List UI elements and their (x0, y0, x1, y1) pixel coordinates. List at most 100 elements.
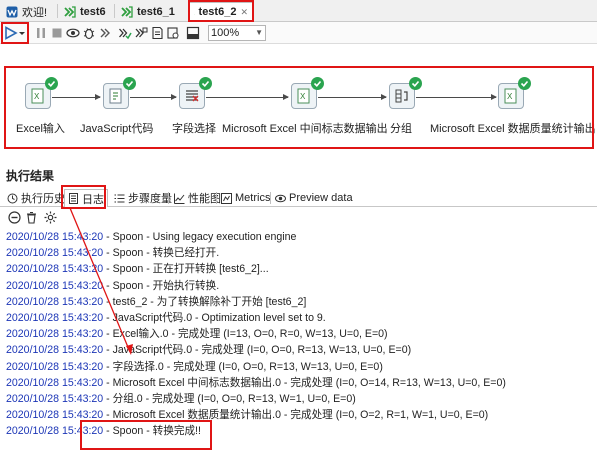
run-dropdown-icon[interactable] (18, 26, 26, 40)
log-message: - Spoon - 开始执行转换. (103, 279, 220, 292)
step-label: JavaScript代码 (80, 123, 154, 135)
preview-data-icon (275, 193, 286, 204)
preview-icon[interactable] (66, 26, 80, 40)
check-icon (311, 77, 324, 90)
step-label: Excel输入 (16, 123, 65, 135)
history-icon (7, 193, 18, 204)
step-label: Microsoft Excel 中间标志数据输出 (222, 123, 388, 135)
tab-label: 步骤度量 (128, 193, 172, 205)
log-message: - Microsoft Excel 中间标志数据输出.0 - 完成处理 (I=0… (103, 376, 506, 389)
log-line: 2020/10/28 15:43:20 - Spoon - 开始执行转换. (6, 278, 596, 294)
spoon-window: 欢迎! test6 test6_1 test6_2 ✕ 100% ▼ X Exc… (0, 0, 597, 450)
show-results-icon[interactable] (186, 26, 200, 40)
transformation-canvas[interactable]: X Excel输入 JavaScript代码 字段选择 X Microsoft … (0, 45, 597, 163)
log-line: 2020/10/28 15:43:20 - 分组.0 - 完成处理 (I=0, … (6, 391, 596, 407)
log-timestamp: 2020/10/28 15:43:20 (6, 392, 104, 405)
log-timestamp: 2020/10/28 15:43:20 (6, 409, 104, 422)
check-icon (45, 77, 58, 90)
check-icon (123, 77, 136, 90)
tab-test6-1[interactable]: test6_1 (117, 2, 179, 21)
tab-label: Preview data (289, 192, 353, 204)
tab-test6[interactable]: test6 (60, 2, 110, 21)
log-message: - JavaScript代码.0 - Optimization level se… (103, 311, 326, 324)
stop-log-icon[interactable] (8, 211, 21, 224)
tab-log[interactable]: 日志 (64, 189, 108, 207)
hop-arrow[interactable] (130, 94, 177, 100)
log-timestamp: 2020/10/28 15:43:20 (6, 328, 104, 341)
log-timestamp: 2020/10/28 15:43:20 (6, 344, 104, 357)
log-line: 2020/10/28 15:43:20 - Spoon - 转换已经打开. (6, 245, 596, 261)
stop-icon[interactable] (50, 26, 64, 40)
log-icon (68, 193, 79, 204)
log-line: 2020/10/28 15:43:20 - test6_2 - 为了转换解除补丁… (6, 294, 596, 310)
debug-icon[interactable] (82, 26, 96, 40)
log-line: 2020/10/28 15:43:20 - Spoon - Using lega… (6, 229, 596, 245)
explore-db-icon[interactable] (166, 26, 180, 40)
log-message: - JavaScript代码.0 - 完成处理 (I=0, O=0, R=13,… (103, 344, 412, 357)
transformation-icon (121, 5, 133, 18)
tab-label: 欢迎! (22, 6, 48, 19)
log-line: 2020/10/28 15:43:20 - Microsoft Excel 中间… (6, 375, 596, 391)
tab-test6-2[interactable]: test6_2 ✕ (189, 2, 253, 21)
tab-label: test6_2 (198, 6, 237, 18)
transformation-toolbar: 100% ▼ (0, 22, 597, 44)
sql-icon[interactable] (150, 26, 164, 40)
step-label: 字段选择 (172, 123, 216, 135)
log-message: - 分组.0 - 完成处理 (I=0, O=0, R=13, W=1, U=0,… (103, 392, 356, 405)
hop-arrow[interactable] (206, 94, 289, 100)
tab-label: Metrics (235, 192, 271, 204)
log-output[interactable]: 2020/10/28 15:43:20 - Spoon - Using lega… (6, 229, 596, 439)
hop-arrow[interactable] (416, 94, 497, 100)
log-timestamp: 2020/10/28 15:43:20 (6, 295, 104, 308)
step-label: 分组 (390, 123, 412, 135)
results-tab-bar: 执行历史 日志 步骤度量 性能图 Metrics Preview data (0, 188, 597, 207)
log-timestamp: 2020/10/28 15:43:20 (6, 231, 104, 243)
svg-text:X: X (300, 92, 306, 101)
check-icon (199, 77, 212, 90)
tab-label: test6_1 (137, 5, 175, 18)
tab-metrics[interactable]: Metrics (218, 189, 273, 207)
log-timestamp: 2020/10/28 15:43:20 (6, 376, 104, 389)
tab-divider (168, 192, 169, 204)
log-timestamp: 2020/10/28 15:43:20 (6, 425, 104, 438)
log-timestamp: 2020/10/28 15:43:20 (6, 279, 104, 292)
zoom-select[interactable]: 100% ▼ (208, 25, 266, 41)
hop-arrow[interactable] (318, 94, 387, 100)
log-line: 2020/10/28 15:43:20 - 字段选择.0 - 完成处理 (I=0… (6, 359, 596, 375)
log-line: 2020/10/28 15:43:20 - Excel输入.0 - 完成处理 (… (6, 326, 596, 342)
tab-divider (270, 192, 271, 204)
log-timestamp: 2020/10/28 15:43:20 (6, 247, 104, 260)
tab-execution-history[interactable]: 执行历史 (4, 189, 68, 207)
pause-icon[interactable] (34, 26, 48, 40)
log-timestamp: 2020/10/28 15:43:20 (6, 263, 104, 276)
log-message: - test6_2 - 为了转换解除补丁开始 [test6_2] (103, 295, 307, 308)
clear-log-icon[interactable] (25, 211, 38, 224)
tab-step-metrics[interactable]: 步骤度量 (111, 189, 175, 207)
run-icon[interactable] (4, 26, 18, 40)
tab-label: 执行历史 (21, 193, 65, 205)
log-message: - Spoon - Using legacy execution engine (103, 231, 297, 243)
verify-icon[interactable] (118, 26, 132, 40)
transformation-icon (194, 6, 195, 18)
performance-icon (174, 193, 185, 204)
tab-welcome[interactable]: 欢迎! (2, 2, 51, 21)
check-icon (409, 77, 422, 90)
impact-icon[interactable] (134, 26, 148, 40)
log-line: 2020/10/28 15:43:20 - Microsoft Excel 数据… (6, 407, 596, 423)
replay-icon[interactable] (98, 26, 112, 40)
tab-divider (216, 192, 217, 204)
transformation-icon (64, 5, 76, 18)
tab-divider (114, 4, 115, 18)
tab-preview-data[interactable]: Preview data (272, 189, 356, 207)
close-icon[interactable]: ✕ (240, 7, 248, 18)
metrics-icon (221, 192, 232, 204)
step-metrics-icon (114, 193, 125, 204)
log-timestamp: 2020/10/28 15:43:20 (6, 360, 104, 373)
log-settings-icon[interactable] (44, 211, 57, 224)
log-message: - Excel输入.0 - 完成处理 (I=13, O=0, R=0, W=13… (103, 328, 388, 341)
check-icon (518, 77, 531, 90)
log-message: - Microsoft Excel 数据质量统计输出.0 - 完成处理 (I=0… (103, 409, 489, 422)
tab-divider (57, 4, 58, 18)
log-message: - Spoon - 正在打开转换 [test6_2]... (103, 263, 269, 276)
hop-arrow[interactable] (52, 94, 101, 100)
